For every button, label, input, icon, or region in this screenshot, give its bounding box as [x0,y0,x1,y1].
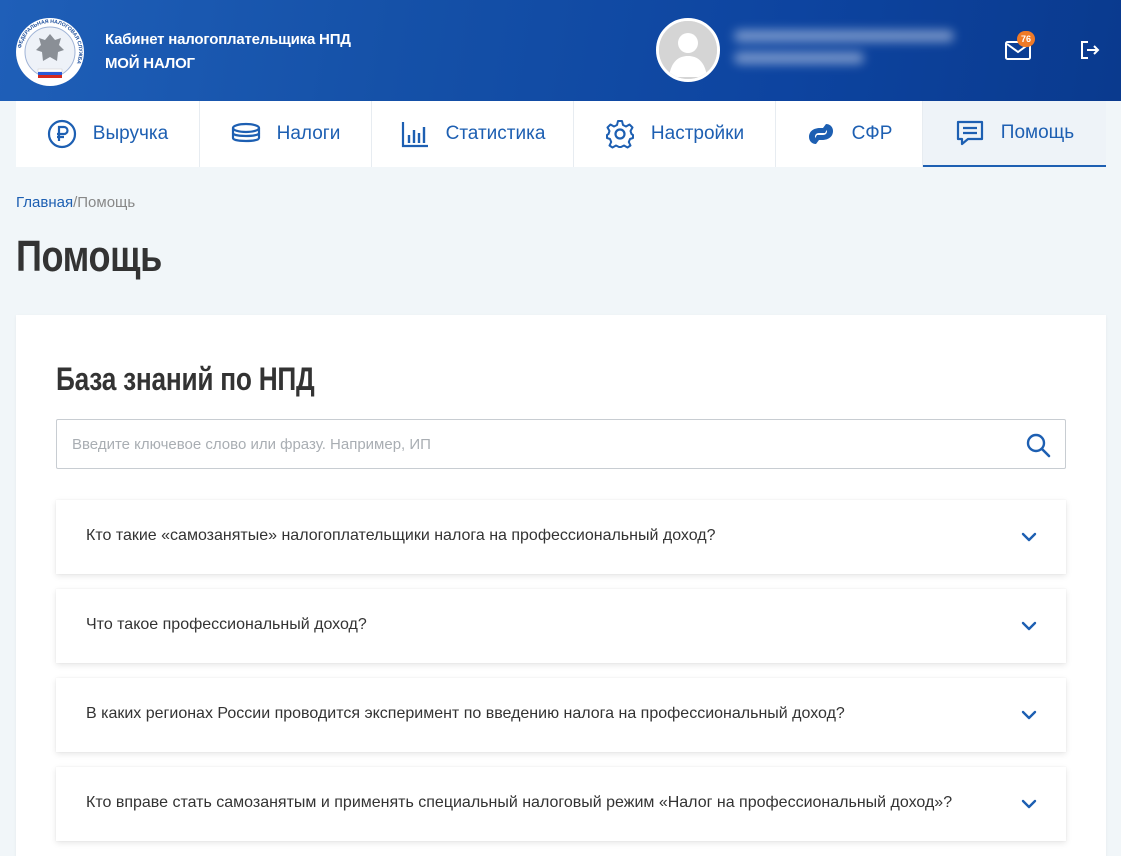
knowledge-base-card: База знаний по НПД Кто такие «самозаняты… [16,315,1106,856]
user-avatar-icon[interactable] [656,18,720,82]
nav-item-statistics[interactable]: Статистика [372,101,574,167]
nav-label: Статистика [445,123,546,144]
chevron-down-icon[interactable] [1020,706,1038,724]
knowledge-base-title: База знаний по НПД [56,361,315,397]
app-header: ФЕДЕРАЛЬНАЯ НАЛОГОВАЯ СЛУЖБА Кабинет нал… [0,0,1121,101]
faq-question: Кто вправе стать самозанятым и применять… [86,794,953,811]
search-input[interactable] [57,420,997,468]
brand-title: Кабинет налогоплательщика НПД [105,31,351,48]
sfr-logo-icon [806,119,836,149]
faq-question: Кто такие «самозанятые» налогоплательщик… [86,527,716,544]
brand-subtitle: МОЙ НАЛОГ [105,55,195,72]
nav-label: СФР [851,123,893,144]
faq-item[interactable]: Кто вправе стать самозанятым и применять… [56,767,1066,841]
help-message-icon [955,118,985,148]
nav-label: Налоги [276,123,341,144]
notification-badge: 76 [1017,31,1035,47]
nav-label: Выручка [92,123,169,144]
chevron-down-icon[interactable] [1020,617,1038,635]
nav-item-settings[interactable]: Настройки [574,101,776,167]
nav-item-revenue[interactable]: Выручка [16,101,200,167]
search-icon[interactable] [1025,432,1051,458]
gear-icon [605,119,635,149]
faq-item[interactable]: В каких регионах России проводится экспе… [56,678,1066,752]
faq-question: Что такое профессиональный доход? [86,616,367,633]
faq-item[interactable]: Что такое профессиональный доход? [56,589,1066,663]
coins-icon [231,119,261,149]
faq-question: В каких регионах России проводится экспе… [86,705,845,722]
chevron-down-icon[interactable] [1020,528,1038,546]
nav-item-taxes[interactable]: Налоги [200,101,372,167]
search-box [56,419,1066,469]
nav-item-sfr[interactable]: СФР [776,101,923,167]
ruble-icon [47,119,77,149]
nav-label: Помощь [1000,122,1075,143]
logout-icon[interactable] [1079,39,1101,61]
main-nav: Выручка Налоги Статистика Настройки СФР … [16,101,1106,167]
nav-item-help[interactable]: Помощь [923,101,1106,167]
nav-label: Настройки [650,123,745,144]
chevron-down-icon[interactable] [1020,795,1038,813]
breadcrumb-current: Помощь [77,194,136,211]
breadcrumb: Главная/Помощь [16,194,135,211]
brand: Кабинет налогоплательщика НПД МОЙ НАЛОГ [105,28,351,76]
breadcrumb-home-link[interactable]: Главная [16,194,73,211]
faq-item[interactable]: Кто такие «самозанятые» налогоплательщик… [56,500,1066,574]
user-info-redacted [734,30,964,74]
fns-emblem-logo[interactable]: ФЕДЕРАЛЬНАЯ НАЛОГОВАЯ СЛУЖБА [14,16,86,88]
page-title: Помощь [16,232,162,281]
bar-chart-icon [400,119,430,149]
